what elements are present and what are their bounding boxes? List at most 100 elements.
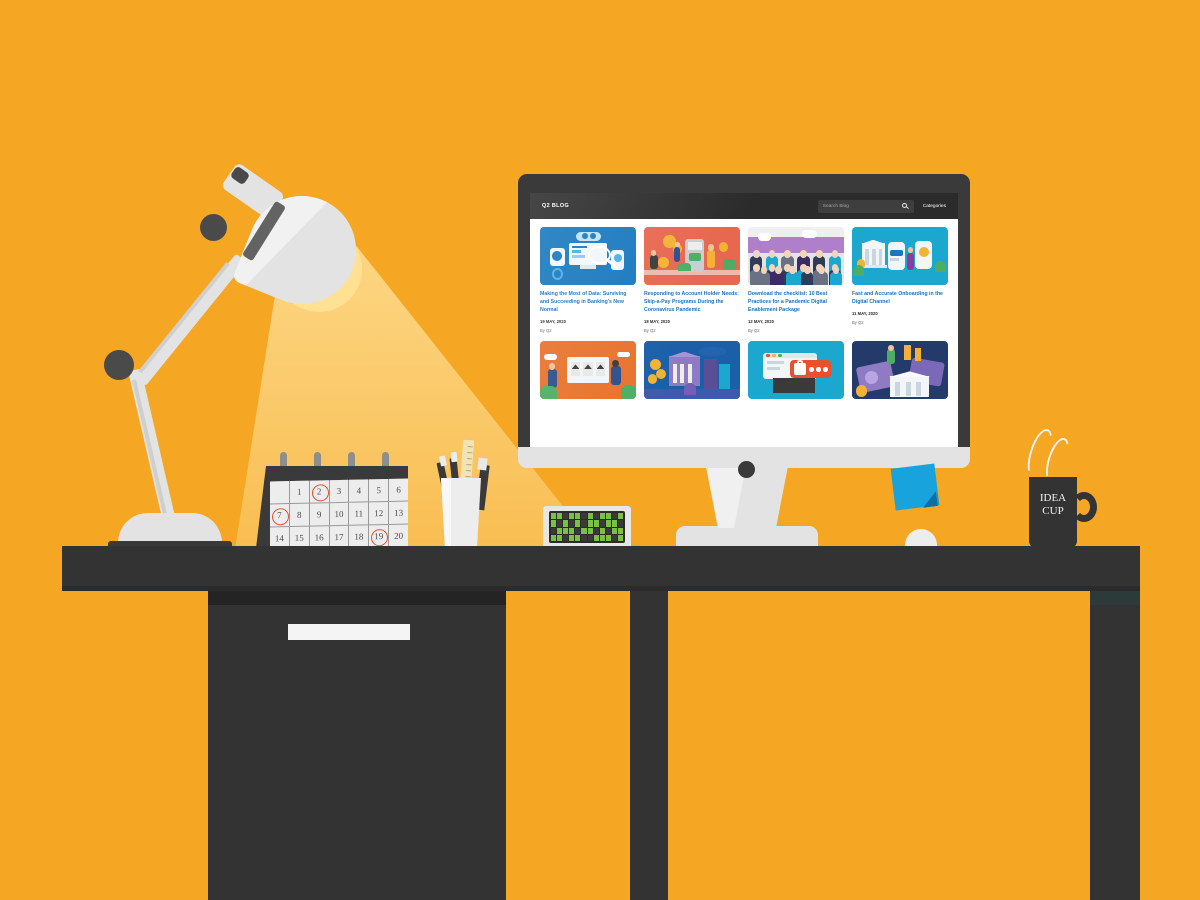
crowd-person-head <box>815 250 823 258</box>
article-card[interactable] <box>748 341 844 400</box>
article-card[interactable] <box>644 341 740 400</box>
article-card[interactable]: Download the checklist: 10 Best Practice… <box>748 227 844 333</box>
keyboard-key[interactable] <box>617 527 623 534</box>
keyboard-key[interactable] <box>563 513 569 520</box>
keyboard-key[interactable] <box>575 534 581 541</box>
keyboard-keys[interactable] <box>549 511 625 543</box>
keyboard-key[interactable] <box>557 520 563 527</box>
keyboard-key[interactable] <box>593 513 599 520</box>
article-card[interactable] <box>852 341 948 400</box>
article-thumbnail[interactable] <box>748 341 844 400</box>
keyboard-key[interactable] <box>569 520 575 527</box>
bank-column <box>872 249 876 266</box>
article-thumbnail[interactable] <box>540 227 636 285</box>
window-min-dot <box>772 354 776 357</box>
keyboard-key[interactable] <box>551 513 557 520</box>
keyboard-key[interactable] <box>575 527 581 534</box>
keyboard-key[interactable] <box>605 513 611 520</box>
calendar-day-5: 5 <box>369 478 389 502</box>
person-body <box>886 349 896 365</box>
keyboard-key[interactable] <box>563 534 569 541</box>
article-title[interactable]: Responding to Account Holder Needs: Skip… <box>644 290 740 314</box>
keyboard-key[interactable] <box>599 527 605 534</box>
crowd-person-body <box>772 272 785 285</box>
monitor-logo-dot <box>738 461 755 478</box>
password-dot <box>816 367 821 372</box>
keyboard-key[interactable] <box>587 520 593 527</box>
search-input[interactable]: Search Blog <box>817 199 914 213</box>
article-thumbnail[interactable] <box>644 227 740 285</box>
phone-shape <box>888 242 905 270</box>
keyboard-key[interactable] <box>617 534 623 541</box>
keyboard-key[interactable] <box>611 520 617 527</box>
keyboard-key[interactable] <box>599 534 605 541</box>
article-date: 18 MAY, 2020 <box>644 319 670 325</box>
tower <box>718 364 731 389</box>
keyboard-key[interactable] <box>605 527 611 534</box>
keyboard-key[interactable] <box>557 534 563 541</box>
keyboard-key[interactable] <box>593 520 599 527</box>
keyboard-key[interactable] <box>575 520 581 527</box>
bush <box>677 262 692 272</box>
article-card[interactable] <box>540 341 636 400</box>
monitor-stand <box>580 265 596 269</box>
search-icon[interactable] <box>901 202 909 210</box>
drawer-handle[interactable] <box>288 624 410 640</box>
keyboard-key[interactable] <box>605 520 611 527</box>
keyboard-key[interactable] <box>599 513 605 520</box>
keyboard-key[interactable] <box>551 534 557 541</box>
keyboard-key[interactable] <box>557 513 563 520</box>
article-date: 12 MAY, 2020 <box>748 319 774 325</box>
article-thumbnail[interactable] <box>852 341 948 400</box>
keyboard-key[interactable] <box>569 534 575 541</box>
article-title[interactable]: Fast and Accurate Onboarding in the Digi… <box>852 290 948 306</box>
mug-label-line-2: CUP <box>1042 505 1064 517</box>
browser-line <box>767 360 785 364</box>
phone-card <box>890 250 903 256</box>
board-column <box>583 362 593 376</box>
keyboard-key[interactable] <box>563 527 569 534</box>
lock-icon <box>794 363 806 375</box>
keyboard-key[interactable] <box>593 527 599 534</box>
article-thumbnail[interactable] <box>644 341 740 400</box>
keyboard-key[interactable] <box>581 513 587 520</box>
keyboard-key[interactable] <box>551 527 557 534</box>
keyboard-key[interactable] <box>611 534 617 541</box>
keyboard-key[interactable] <box>587 534 593 541</box>
article-title[interactable]: Making the Most of Data: Surviving and S… <box>540 290 636 314</box>
window-close-dot <box>766 354 771 357</box>
article-thumbnail[interactable] <box>540 341 636 400</box>
article-title[interactable]: Download the checklist: 10 Best Practice… <box>748 290 844 314</box>
article-card[interactable]: Fast and Accurate Onboarding in the Digi… <box>852 227 948 333</box>
calendar-day-2: 2 <box>309 480 329 503</box>
person-body <box>707 250 716 268</box>
keyboard-key[interactable] <box>581 527 587 534</box>
keyboard-key[interactable] <box>569 513 575 520</box>
keyboard-key[interactable] <box>599 520 605 527</box>
article-thumbnail[interactable] <box>852 227 948 285</box>
keyboard-key[interactable] <box>557 527 563 534</box>
person-body <box>547 369 558 388</box>
article-date: 11 MAY, 2020 <box>852 311 878 317</box>
keyboard-key[interactable] <box>593 534 599 541</box>
article-card[interactable]: Making the Most of Data: Surviving and S… <box>540 227 636 333</box>
keyboard-key[interactable] <box>611 513 617 520</box>
keyboard-key[interactable] <box>575 513 581 520</box>
keyboard-key[interactable] <box>569 527 575 534</box>
keyboard-key[interactable] <box>587 513 593 520</box>
site-logo[interactable]: Q2 BLOG <box>542 203 569 209</box>
keyboard-key[interactable] <box>605 534 611 541</box>
keyboard-key[interactable] <box>611 527 617 534</box>
keyboard-key[interactable] <box>551 520 557 527</box>
keyboard-key[interactable] <box>587 527 593 534</box>
keyboard-key[interactable] <box>617 520 623 527</box>
calendar-day-10: 10 <box>329 502 349 526</box>
keyboard-key[interactable] <box>581 534 587 541</box>
article-card[interactable]: Responding to Account Holder Needs: Skip… <box>644 227 740 333</box>
keyboard-key[interactable] <box>563 520 569 527</box>
keyboard-key[interactable] <box>617 513 623 520</box>
crowd-person-head <box>803 266 811 274</box>
keyboard-key[interactable] <box>581 520 587 527</box>
nav-categories[interactable]: Categories <box>923 204 946 209</box>
article-thumbnail[interactable] <box>748 227 844 285</box>
